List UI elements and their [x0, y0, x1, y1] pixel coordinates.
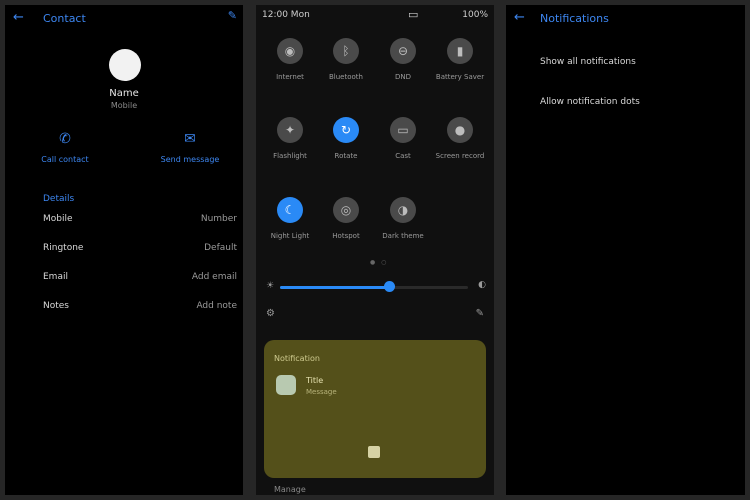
row-label: Notes — [43, 301, 69, 311]
message-icon: ✉ — [184, 131, 196, 147]
avatar — [109, 49, 141, 81]
row-label: Ringtone — [43, 243, 84, 253]
message-label: Send message — [160, 155, 220, 164]
contact-screen: ← Contact ✎ Name Mobile ✆ Call contact ✉… — [5, 5, 243, 495]
tile-bluetooth[interactable]: ᛒ Bluetooth — [316, 38, 376, 82]
battery-icon: ▮ — [447, 38, 473, 64]
rotate-icon: ↻ — [333, 117, 359, 143]
tile-label: Hotspot — [332, 232, 360, 240]
page-title: Contact — [43, 12, 86, 25]
dark-theme-icon: ◑ — [390, 197, 416, 223]
night-light-icon: ☾ — [277, 197, 303, 223]
message-button[interactable]: ✉ Send message — [145, 131, 235, 164]
brightness-fill — [280, 286, 389, 289]
cast-icon: ▭ — [390, 117, 416, 143]
tile-dark-theme[interactable]: ◑ Dark theme — [373, 197, 433, 241]
row-label: Mobile — [43, 214, 73, 224]
battery-status: 100% — [462, 10, 488, 20]
notification-card[interactable]: Notification Title Message — [264, 340, 486, 478]
tile-label: Screen record — [435, 152, 485, 160]
status-time: 12:00 Mon — [262, 10, 310, 20]
record-icon: ● — [447, 117, 473, 143]
dnd-icon: ⊖ — [390, 38, 416, 64]
tile-cast[interactable]: ▭ Cast — [373, 117, 433, 161]
call-button[interactable]: ✆ Call contact — [20, 131, 110, 164]
flashlight-icon: ✦ — [277, 117, 303, 143]
row-label: Email — [43, 272, 68, 282]
tile-internet[interactable]: ◉ Internet — [260, 38, 320, 82]
row-value: Add email — [191, 272, 237, 282]
tile-rotate[interactable]: ↻ Rotate — [316, 117, 376, 161]
notification-title: Title — [306, 376, 324, 385]
tile-flashlight[interactable]: ✦ Flashlight — [260, 117, 320, 161]
manage-link[interactable]: Manage — [274, 485, 306, 494]
tile-label: Internet — [276, 73, 304, 81]
brightness-low-icon: ☀ — [266, 281, 275, 291]
back-arrow-icon[interactable]: ← — [13, 10, 24, 25]
notification-header: Notification — [274, 354, 320, 363]
wifi-icon: ◉ — [277, 38, 303, 64]
tile-label: Dark theme — [382, 232, 424, 240]
tile-label: Flashlight — [273, 152, 307, 160]
tile-label: Rotate — [334, 152, 358, 160]
row-value: Number — [200, 214, 237, 224]
edit-tiles-icon[interactable]: ✎ — [476, 308, 484, 319]
profile-name: Name — [109, 88, 139, 99]
tile-dnd[interactable]: ⊖ DND — [373, 38, 433, 82]
section-header: Details — [43, 194, 75, 204]
profile-subtitle: Mobile — [110, 101, 138, 110]
auto-brightness-icon[interactable]: ◐ — [478, 280, 486, 290]
info-row-email[interactable]: Email Add email — [43, 272, 237, 286]
row-value: Default — [204, 243, 237, 253]
settings-gear-icon[interactable]: ⚙ — [266, 308, 275, 319]
info-row-notes[interactable]: Notes Add note — [43, 301, 237, 315]
tile-label: Night Light — [270, 232, 310, 240]
tile-label: Cast — [395, 152, 411, 160]
tile-screen-record[interactable]: ● Screen record — [430, 117, 490, 161]
notification-action-icon[interactable] — [368, 446, 380, 458]
back-arrow-icon[interactable]: ← — [514, 10, 525, 25]
cast-icon: ▭ — [408, 8, 419, 21]
phone-icon: ✆ — [59, 131, 71, 147]
tile-night-light[interactable]: ☾ Night Light — [260, 197, 320, 241]
notifications-settings-screen: ← Notifications Show all notifications A… — [506, 5, 745, 495]
brightness-thumb[interactable] — [384, 281, 395, 292]
call-label: Call contact — [41, 155, 89, 164]
app-icon — [276, 375, 296, 395]
settings-item[interactable]: Allow notification dots — [540, 97, 640, 107]
quick-settings-screen: 12:00 Mon ▭ 100% ◉ Internet ᛒ Bluetooth ⊖ DND… — [256, 5, 494, 495]
tile-hotspot[interactable]: ◎ Hotspot — [316, 197, 376, 241]
app-bar: ← Contact ✎ — [5, 5, 243, 31]
tile-label: DND — [394, 73, 412, 81]
tile-label: Battery Saver — [435, 73, 485, 81]
page-title: Notifications — [540, 12, 609, 25]
page-indicator: ● ○ — [370, 259, 389, 266]
bluetooth-icon: ᛒ — [333, 38, 359, 64]
info-row-ringtone[interactable]: Ringtone Default — [43, 243, 237, 257]
notification-message: Message — [306, 388, 337, 396]
row-value: Add note — [196, 301, 237, 311]
tile-battery-saver[interactable]: ▮ Battery Saver — [430, 38, 490, 82]
status-bar: 12:00 Mon ▭ 100% — [256, 5, 494, 27]
settings-item[interactable]: Show all notifications — [540, 57, 636, 67]
tile-label: Bluetooth — [329, 73, 363, 81]
hotspot-icon: ◎ — [333, 197, 359, 223]
info-row-mobile[interactable]: Mobile Number — [43, 214, 237, 228]
edit-icon[interactable]: ✎ — [228, 9, 237, 22]
